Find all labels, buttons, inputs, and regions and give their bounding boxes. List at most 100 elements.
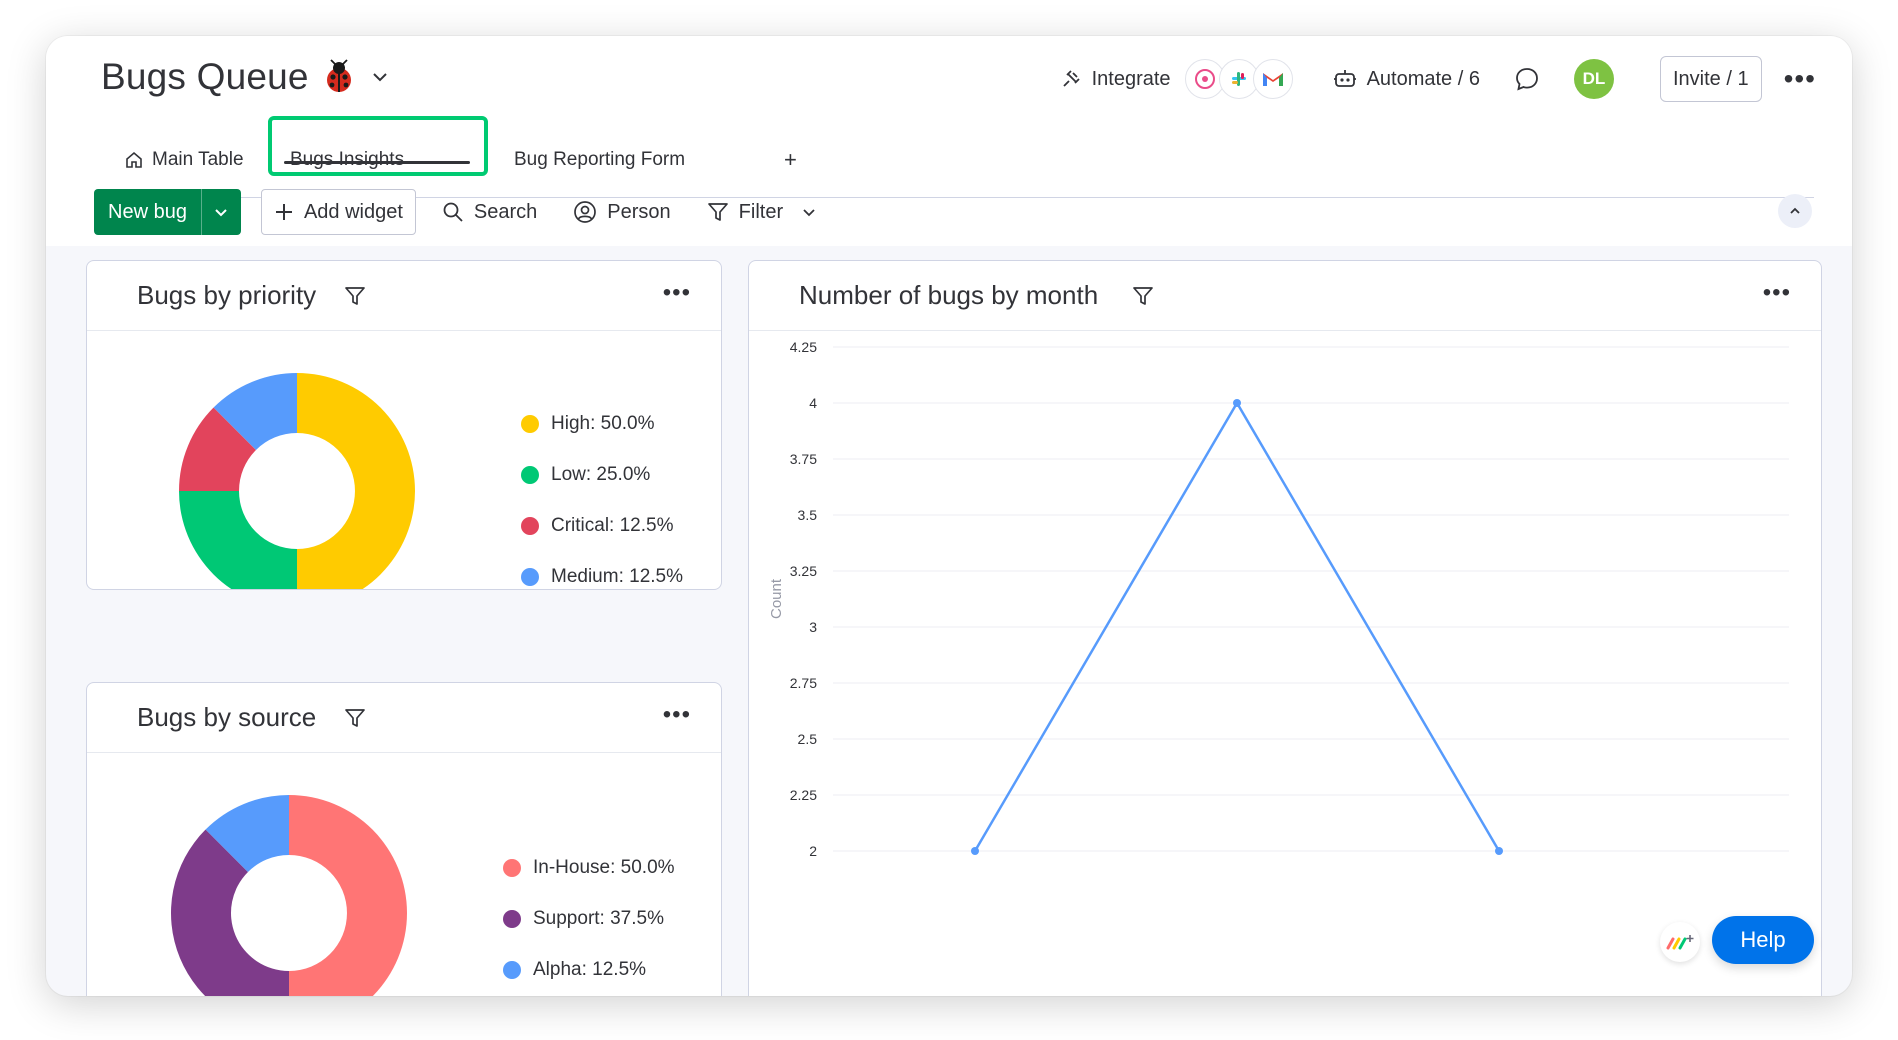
widget-more-icon[interactable]: ••• bbox=[663, 279, 691, 307]
legend-label: In-House: 50.0% bbox=[533, 857, 675, 878]
add-widget-button[interactable]: Add widget bbox=[260, 189, 416, 235]
filter-label: Filter bbox=[738, 200, 784, 223]
y-tick-label: 4.25 bbox=[790, 339, 817, 355]
legend-item[interactable]: Medium: 12.5% bbox=[521, 564, 684, 589]
legend-swatch bbox=[503, 910, 521, 928]
person-filter-button[interactable]: Person bbox=[573, 200, 671, 224]
y-tick-label: 3.5 bbox=[798, 507, 818, 523]
home-icon bbox=[126, 151, 142, 168]
active-tab-underline bbox=[284, 161, 470, 164]
legend-label: Medium: 12.5% bbox=[551, 566, 684, 587]
invite-label: Invite / 1 bbox=[1672, 67, 1749, 90]
board-header: Bugs Queue Integrate Automate / 6 DL Inv… bbox=[46, 36, 1852, 246]
widget-more-icon[interactable]: ••• bbox=[663, 701, 691, 729]
legend-item[interactable]: In-House: 50.0% bbox=[503, 855, 675, 881]
widget-bugs-by-priority: Bugs by priority ••• High: 50.0% Low: 25.… bbox=[86, 260, 722, 590]
chevron-down-icon[interactable] bbox=[369, 66, 391, 88]
integration-badges[interactable] bbox=[1184, 59, 1293, 99]
filter-button[interactable]: Filter bbox=[707, 201, 817, 224]
data-point[interactable] bbox=[971, 847, 979, 855]
active-tab-highlight bbox=[268, 116, 488, 176]
filter-icon[interactable] bbox=[1132, 285, 1154, 307]
widget-header: Number of bugs by month ••• bbox=[749, 261, 1821, 331]
widget-header: Bugs by source ••• bbox=[87, 683, 721, 753]
legend-swatch bbox=[521, 517, 539, 535]
legend-label: Low: 25.0% bbox=[551, 464, 651, 485]
sparkle-icon bbox=[1666, 935, 1694, 950]
search-button[interactable]: Search bbox=[442, 201, 537, 224]
header-actions: Integrate Automate / 6 DL Invite / 1 ••• bbox=[1060, 54, 1816, 104]
data-point[interactable] bbox=[1495, 847, 1503, 855]
filter-icon[interactable] bbox=[344, 285, 366, 307]
add-view-label: + bbox=[784, 147, 797, 172]
y-tick-label: 4 bbox=[809, 395, 817, 411]
legend-item[interactable]: Support: 37.5% bbox=[503, 906, 675, 932]
new-bug-dropdown[interactable] bbox=[200, 189, 241, 235]
legend-swatch bbox=[503, 859, 521, 877]
add-view-button[interactable]: + bbox=[784, 122, 797, 198]
priority-slice-low[interactable] bbox=[179, 491, 297, 590]
widget-header: Bugs by priority ••• bbox=[87, 261, 721, 331]
search-icon bbox=[443, 202, 463, 222]
integrate-label: Integrate bbox=[1091, 67, 1171, 90]
legend-item[interactable]: Critical: 12.5% bbox=[521, 513, 683, 539]
legend-item[interactable]: Low: 25.0% bbox=[521, 462, 683, 488]
source-donut-chart bbox=[171, 795, 407, 996]
filter-icon[interactable] bbox=[344, 707, 366, 729]
legend-label: Critical: 12.5% bbox=[551, 515, 674, 536]
avatar[interactable]: DL bbox=[1573, 59, 1614, 99]
legend-swatch bbox=[521, 568, 539, 586]
gmail-icon bbox=[1252, 59, 1293, 99]
tab-bug-reporting-form[interactable]: Bug Reporting Form bbox=[514, 122, 685, 198]
priority-slice-high[interactable] bbox=[297, 373, 415, 590]
source-slice-in-house[interactable] bbox=[289, 795, 407, 996]
avatar-initials: DL bbox=[1582, 69, 1606, 88]
plug-icon bbox=[1062, 70, 1080, 87]
y-tick-label: 3 bbox=[809, 619, 817, 635]
widget-title: Bugs by priority bbox=[137, 280, 317, 310]
chevron-down-icon[interactable] bbox=[801, 204, 817, 220]
legend-item[interactable]: Alpha: 12.5% bbox=[503, 957, 675, 983]
legend-swatch bbox=[503, 961, 521, 979]
chevron-up-icon bbox=[1790, 207, 1800, 214]
ladybug-icon bbox=[326, 59, 351, 92]
widget-bugs-by-source: Bugs by source ••• In-House: 50.0% Suppor… bbox=[86, 682, 722, 996]
new-bug-button[interactable]: New bug bbox=[94, 189, 201, 235]
automate-button[interactable]: Automate / 6 bbox=[1333, 68, 1480, 91]
collapse-header-button[interactable] bbox=[1778, 194, 1812, 228]
legend-label: Support: 37.5% bbox=[533, 908, 664, 929]
tab-main-table-label: Main Table bbox=[152, 149, 244, 170]
widget-title: Number of bugs by month bbox=[799, 280, 1099, 310]
widget-more-icon[interactable]: ••• bbox=[1763, 279, 1791, 307]
legend-item[interactable]: High: 50.0% bbox=[521, 411, 683, 437]
invite-button[interactable]: Invite / 1 bbox=[1659, 56, 1762, 102]
board-title[interactable]: Bugs Queue bbox=[101, 56, 309, 98]
tab-main-table[interactable]: Main Table bbox=[124, 122, 244, 198]
chat-bubble-icon[interactable] bbox=[1514, 66, 1540, 92]
more-options-icon[interactable]: ••• bbox=[1784, 65, 1816, 93]
priority-donut-chart bbox=[179, 373, 415, 590]
y-tick-label: 2 bbox=[809, 843, 817, 859]
integrate-button[interactable]: Integrate bbox=[1060, 59, 1293, 99]
automate-label: Automate / 6 bbox=[1366, 67, 1480, 90]
person-label: Person bbox=[607, 200, 671, 223]
source-legend: In-House: 50.0% Support: 37.5% Alpha: 12.5… bbox=[503, 855, 675, 996]
widget-title: Bugs by source bbox=[137, 702, 317, 732]
legend-label: High: 50.0% bbox=[551, 413, 655, 434]
ai-assistant-button[interactable] bbox=[1660, 922, 1700, 962]
legend-label: Alpha: 12.5% bbox=[533, 959, 647, 980]
board-toolbar: New bug Add widget Search Person Filter bbox=[94, 188, 817, 236]
y-axis-label: Count bbox=[768, 578, 785, 619]
bugs-by-month-line-chart: 4.25 4 3.75 3.5 3.25 3 2.75 2.5 2.25 2 Count bbox=[768, 339, 1789, 859]
tab-bug-reporting-form-label: Bug Reporting Form bbox=[514, 149, 686, 170]
person-icon bbox=[574, 201, 597, 223]
y-tick-label: 2.25 bbox=[790, 787, 817, 803]
data-point[interactable] bbox=[1233, 399, 1241, 407]
help-button[interactable]: Help bbox=[1712, 916, 1814, 964]
add-widget-label: Add widget bbox=[303, 200, 403, 223]
y-tick-label: 2.75 bbox=[790, 675, 817, 691]
plus-icon bbox=[275, 204, 292, 220]
help-label: Help bbox=[1740, 927, 1786, 952]
filter-icon bbox=[707, 203, 728, 221]
board-title-group[interactable]: Bugs Queue bbox=[101, 56, 391, 98]
